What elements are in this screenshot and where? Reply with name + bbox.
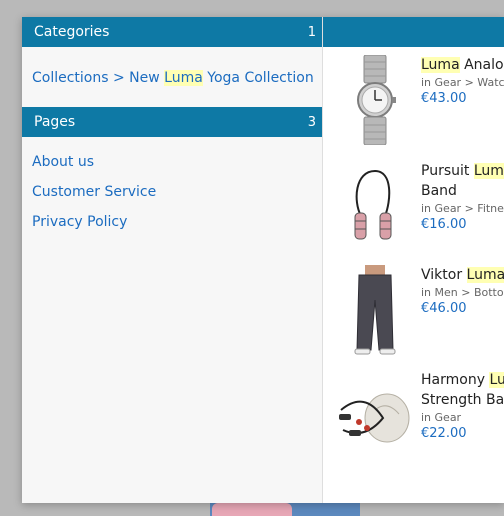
- product-name: Viktor Luma: [421, 265, 504, 285]
- product-name: Harmony Lu: [421, 370, 504, 390]
- product-item[interactable]: Harmony Lu Strength Ban in Gear €22.00: [323, 370, 504, 466]
- search-term-highlight: Lu: [489, 372, 504, 388]
- product-name-prefix: Harmony: [421, 372, 490, 388]
- page-link-about-us[interactable]: About us: [32, 147, 312, 177]
- product-name-prefix: Viktor: [421, 267, 467, 283]
- pants-product-image: [354, 265, 396, 355]
- resistance-band-product-image: [339, 393, 410, 443]
- products-header: [323, 17, 504, 47]
- category-link-suffix: Yoga Collection: [202, 70, 314, 86]
- search-term-highlight: Lum: [473, 163, 504, 179]
- product-category: in Gear > Watch: [421, 76, 504, 89]
- product-info: Luma Analog in Gear > Watch €43.00: [421, 55, 504, 107]
- category-link-new-luma-yoga-collection[interactable]: Collections > New Luma Yoga Collection: [32, 63, 314, 93]
- categories-title: Categories: [34, 24, 110, 40]
- pages-count: 3: [307, 114, 316, 130]
- product-category: in Gear: [421, 411, 462, 424]
- product-item[interactable]: Pursuit Lum Band in Gear > Fitness €16.0…: [323, 161, 504, 257]
- search-autocomplete-dropdown: Categories 1 Collections > New Luma Yoga…: [22, 17, 504, 503]
- search-term-highlight: Luma: [421, 57, 460, 73]
- suggestions-left-column: Categories 1 Collections > New Luma Yoga…: [22, 17, 323, 503]
- page-link-customer-service[interactable]: Customer Service: [32, 177, 312, 207]
- category-link-prefix: Collections > New: [32, 70, 165, 86]
- page-link-privacy-policy[interactable]: Privacy Policy: [32, 207, 312, 237]
- categories-header: Categories 1: [22, 17, 322, 47]
- categories-list: Collections > New Luma Yoga Collection: [22, 47, 322, 107]
- product-price: €16.00: [421, 217, 467, 232]
- product-item[interactable]: Viktor Luma in Men > Botton €46.00: [323, 265, 504, 361]
- product-price: €46.00: [421, 301, 467, 316]
- pages-title: Pages: [34, 114, 76, 130]
- pages-header: Pages 3: [22, 107, 322, 137]
- product-name-line2: Band: [421, 183, 457, 199]
- pages-list: About us Customer Service Privacy Policy: [22, 137, 322, 237]
- product-price: €22.00: [421, 426, 467, 441]
- product-category: in Gear > Fitness: [421, 202, 504, 215]
- product-name-prefix: Pursuit: [421, 163, 474, 179]
- jump-rope-product-image: [354, 170, 392, 240]
- suggestions-products-column: Luma Analog in Gear > Watch €43.00 Pursu…: [323, 17, 504, 503]
- search-term-highlight: Luma: [466, 267, 504, 283]
- product-info: Harmony Lu Strength Ban in Gear €22.00: [421, 370, 504, 442]
- product-name-line2: Strength Ban: [421, 392, 504, 408]
- product-name: Pursuit Lum: [421, 161, 504, 181]
- watch-product-image: [357, 55, 396, 145]
- product-category: in Men > Botton: [421, 286, 504, 299]
- product-item[interactable]: Luma Analog in Gear > Watch €43.00: [323, 55, 504, 151]
- categories-count: 1: [307, 24, 316, 40]
- background-product-image: [212, 503, 292, 516]
- search-term-highlight: Luma: [164, 70, 203, 86]
- product-info: Viktor Luma in Men > Botton €46.00: [421, 265, 504, 317]
- product-price: €43.00: [421, 91, 467, 106]
- product-name-rest: Analog: [464, 57, 504, 73]
- product-info: Pursuit Lum Band in Gear > Fitness €16.0…: [421, 161, 504, 233]
- product-name: Luma Analog: [421, 55, 504, 75]
